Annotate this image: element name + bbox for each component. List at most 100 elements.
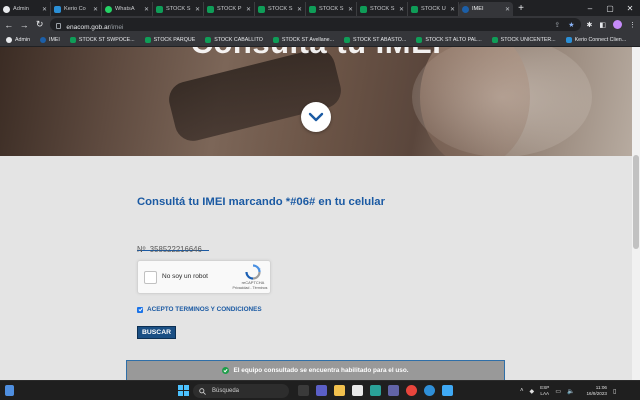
notifications-icon[interactable]: ▯ [613,388,616,395]
bookmark-item[interactable]: STOCK UNICENTER... [491,36,556,43]
file-explorer-icon[interactable] [334,385,345,396]
bookmark-item[interactable]: IMEI [40,36,60,43]
tab-title: STOCK S [370,6,395,12]
volume-icon[interactable]: 🔈 [567,388,574,395]
recaptcha-icon [245,264,261,280]
lock-icon[interactable] [56,22,62,29]
address-bar[interactable]: enacom.gob.ar/imei ⇪ ★ [50,18,581,31]
scrollbar-thumb[interactable] [633,155,639,249]
hero-banner: Consultá tu IMEI [0,47,632,156]
teams-icon[interactable] [388,385,399,396]
tab-imei[interactable]: IMEI ✕ [459,2,513,16]
close-window-icon[interactable]: ✕ [620,4,640,13]
terms-label[interactable]: ACEPTO TERMINOS Y CONDICIONES [147,306,262,313]
page-scrollbar[interactable] [632,47,640,380]
scroll-down-button[interactable] [301,102,331,132]
close-icon[interactable]: ✕ [144,6,149,13]
store-icon[interactable] [352,385,363,396]
tab-stock[interactable]: STOCK S ✕ [255,2,306,16]
recaptcha-links[interactable]: Privacidad - Términos [230,286,270,290]
tab-title: STOCK S [268,6,293,12]
new-tab-button[interactable]: + [513,2,529,16]
url-host: enacom.gob.ar [66,23,110,31]
app-icon[interactable] [442,385,453,396]
sheet-icon [411,5,418,13]
sheet-icon [360,5,367,13]
close-icon[interactable]: ✕ [93,6,98,13]
sheet-icon [491,36,498,43]
bookmark-item[interactable]: STOCK ST ALTO PAL... [416,36,482,43]
imei-input[interactable] [137,244,209,255]
app-icon[interactable] [370,385,381,396]
tab-stock[interactable]: STOCK S ✕ [306,2,357,16]
tab-stock[interactable]: STOCK U ✕ [408,2,459,16]
whatsapp-icon [105,5,112,13]
extensions-icon[interactable]: ✱ [587,21,593,29]
close-icon[interactable]: ✕ [42,6,47,13]
search-placeholder: Búsqueda [212,388,240,394]
side-panel-icon[interactable]: ◧ [599,21,606,29]
bookmark-label: STOCK CABALLITO [214,36,263,43]
teams-chat-icon[interactable] [316,385,327,396]
tab-stock[interactable]: STOCK S ✕ [153,2,204,16]
sheet-icon [205,36,212,43]
bookmarks-bar: Admin IMEI STOCK ST SWPOCE... STOCK PARQ… [0,33,640,47]
imei-icon [40,36,47,43]
back-icon[interactable]: ← [4,20,13,30]
maximize-icon[interactable]: ▢ [600,4,620,13]
tab-stock[interactable]: STOCK S ✕ [357,2,408,16]
taskbar-search[interactable]: Búsqueda [193,384,289,398]
close-icon[interactable]: ✕ [195,6,200,13]
tab-stock[interactable]: STOCK P ✕ [204,2,255,16]
search-button[interactable]: BUSCAR [137,326,176,339]
task-view-icon[interactable] [298,385,309,396]
terms-checkbox[interactable] [137,306,143,313]
bookmark-item[interactable]: Admin [6,36,31,43]
bookmark-item[interactable]: Kerio Connect Clien... [565,36,626,43]
close-icon[interactable]: ✕ [348,6,353,13]
tab-title: Admin [13,6,29,12]
bookmark-item[interactable]: STOCK ST SWPOCE... [69,36,135,43]
network-icon[interactable]: ▭ [555,388,561,395]
tab-admin[interactable]: Admin ✕ [0,2,51,16]
profile-avatar[interactable] [613,20,622,29]
imei-field-wrapper [137,239,209,255]
close-icon[interactable]: ✕ [399,6,404,13]
edge-icon[interactable] [424,385,435,396]
sheet-icon [69,36,76,43]
chevron-up-icon[interactable]: ˄ [520,388,524,394]
url-path: /imei [109,23,124,31]
close-icon[interactable]: ✕ [297,6,302,13]
chevron-down-icon [308,112,324,122]
share-icon[interactable]: ⇪ [554,21,560,29]
bookmark-item[interactable]: STOCK ST ABASTO... [344,36,406,43]
sheet-icon [207,5,214,13]
reload-icon[interactable]: ↻ [35,19,44,30]
close-icon[interactable]: ✕ [246,6,251,13]
chrome-icon[interactable] [406,385,417,396]
clock[interactable]: 11:06 16/9/2023 [587,385,607,397]
close-icon[interactable]: ✕ [505,6,510,13]
menu-icon[interactable]: ⋮ [629,21,636,29]
tray-app-icon[interactable]: ◆ [530,388,535,395]
language-indicator[interactable]: ESP LAA [540,385,549,397]
bookmark-label: STOCK ST SWPOCE... [78,36,135,43]
star-icon[interactable]: ★ [568,21,574,29]
bookmark-item[interactable]: STOCK PARQUE [144,36,195,43]
tab-whatsapp[interactable]: WhatsA ✕ [102,2,153,16]
bookmark-label: Admin [15,36,31,43]
windows-logo-icon [184,385,189,390]
minimize-icon[interactable]: – [580,4,600,13]
tab-title: STOCK P [217,6,242,12]
check-icon [137,307,143,312]
widgets-icon[interactable] [5,385,14,396]
close-icon[interactable]: ✕ [450,6,455,13]
recaptcha-checkbox[interactable] [144,271,157,284]
tab-kerio[interactable]: Kerio Co ✕ [51,2,102,16]
bookmark-item[interactable]: STOCK CABALLITO [205,36,263,43]
check-icon [223,368,229,373]
bookmark-item[interactable]: STOCK ST Avellane... [272,36,334,43]
forward-icon[interactable]: → [19,20,29,30]
page-title: Consultá tu IMEI marcando *#06# en tu ce… [137,196,385,208]
start-button[interactable] [178,385,189,396]
